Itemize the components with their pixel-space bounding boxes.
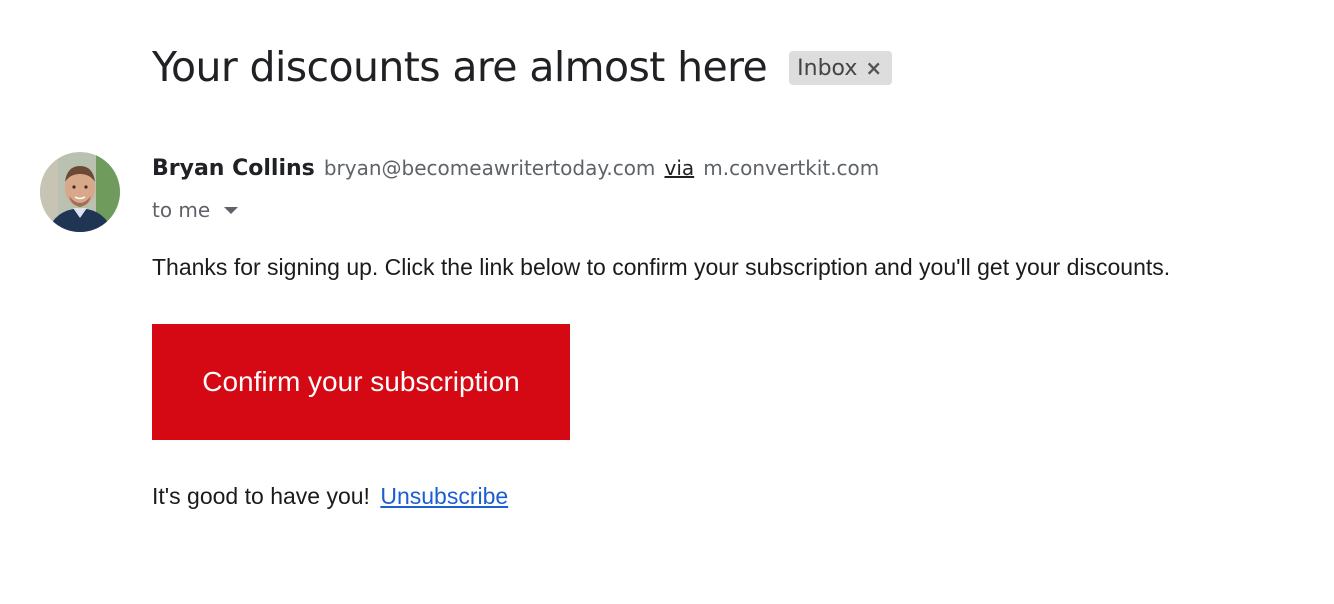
- avatar[interactable]: [40, 152, 120, 232]
- sender-name[interactable]: Bryan Collins: [152, 156, 315, 181]
- sender-row: Bryan Collins bryan@becomeawritertoday.c…: [152, 156, 879, 181]
- unsubscribe-link[interactable]: Unsubscribe: [380, 483, 508, 509]
- recipient-details-toggle[interactable]: to me: [152, 198, 239, 222]
- label-chip-text: Inbox: [797, 55, 858, 81]
- sender-email: bryan@becomeawritertoday.com: [323, 156, 656, 180]
- email-view: Your discounts are almost here Inbox × B…: [0, 0, 1334, 604]
- confirm-subscription-button[interactable]: Confirm your subscription: [152, 324, 570, 440]
- closing-text: It's good to have you!: [152, 483, 370, 509]
- avatar-photo-icon: [40, 152, 120, 232]
- inbox-label-chip[interactable]: Inbox ×: [789, 51, 893, 85]
- via-domain: m.convertkit.com: [703, 156, 880, 180]
- recipient-text: to me: [152, 198, 211, 222]
- email-body-intro: Thanks for signing up. Click the link be…: [152, 254, 1171, 280]
- subject-row: Your discounts are almost here Inbox ×: [152, 40, 893, 94]
- caret-down-icon[interactable]: [224, 206, 239, 214]
- email-body-closing: It's good to have you! Unsubscribe: [152, 483, 508, 510]
- close-icon[interactable]: ×: [865, 56, 882, 80]
- email-subject: Your discounts are almost here: [152, 43, 768, 91]
- via-link[interactable]: via: [665, 156, 695, 180]
